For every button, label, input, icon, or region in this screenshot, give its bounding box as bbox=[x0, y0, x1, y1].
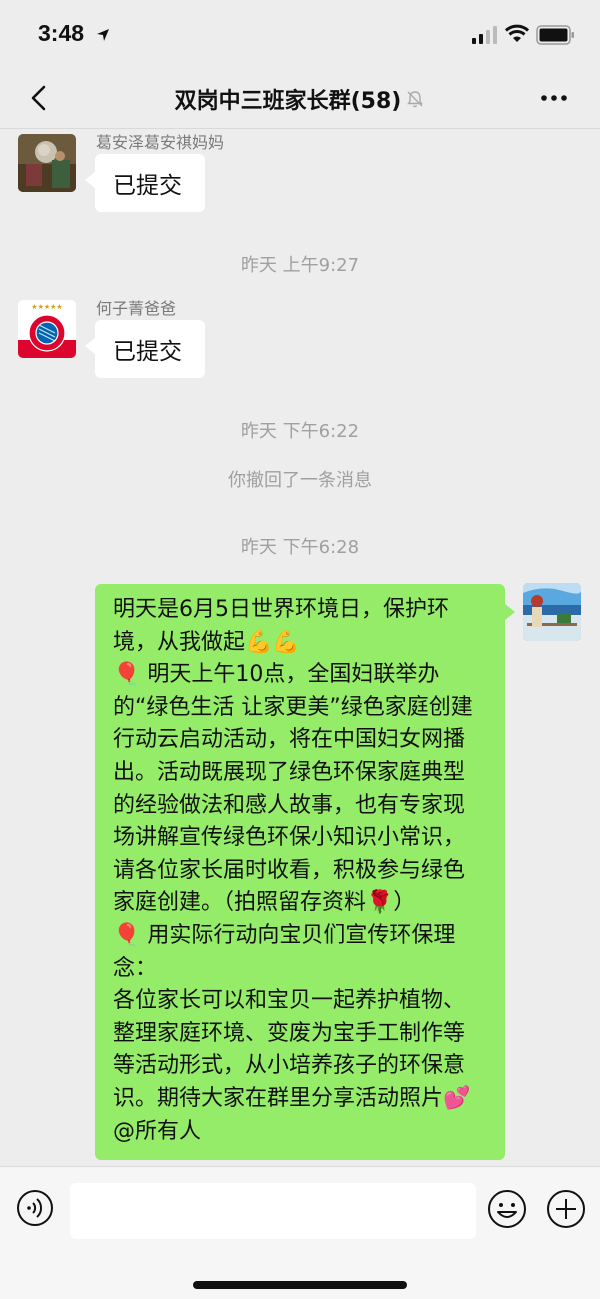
avatar-anime-icon bbox=[523, 583, 581, 641]
message-text: 已提交 bbox=[113, 339, 182, 365]
timestamp: 昨天 下午6:22 bbox=[240, 421, 360, 442]
status-bar: 3:48 bbox=[0, 0, 600, 70]
message-bubble[interactable]: 已提交 bbox=[85, 320, 205, 378]
avatar-self[interactable] bbox=[523, 583, 581, 641]
timestamp: 昨天 上午9:27 bbox=[240, 255, 360, 276]
battery-icon bbox=[536, 25, 574, 45]
svg-text:★★★★★: ★★★★★ bbox=[31, 303, 62, 311]
home-indicator bbox=[193, 1281, 407, 1289]
message-input[interactable] bbox=[70, 1183, 476, 1239]
status-time: 3:48 bbox=[38, 20, 85, 46]
chat-title: 双岗中三班家长群(58) bbox=[174, 89, 402, 114]
chat-title-container: 双岗中三班家长群(58) bbox=[0, 83, 600, 115]
message-text: 明天是6月5日世界环境日，保护环境，从我做起💪💪 🎈 明天上午10点，全国妇联举… bbox=[113, 597, 473, 1144]
avatar[interactable] bbox=[18, 134, 76, 192]
plus-icon[interactable] bbox=[546, 1189, 586, 1229]
bayern-logo-icon: ★★★★★ bbox=[18, 300, 76, 358]
wifi-icon bbox=[505, 24, 529, 42]
message-bubble[interactable]: 已提交 bbox=[85, 154, 205, 212]
message-bubble-self[interactable]: 明天是6月5日世界环境日，保护环境，从我做起💪💪 🎈 明天上午10点，全国妇联举… bbox=[95, 584, 515, 1160]
nav-bar: 双岗中三班家长群(58) bbox=[0, 70, 600, 129]
more-icon[interactable] bbox=[538, 84, 570, 112]
sender-name: 何子菁爸爸 bbox=[96, 299, 177, 318]
timestamp: 昨天 下午6:28 bbox=[240, 537, 360, 558]
recall-notice: 你撤回了一条消息 bbox=[228, 470, 372, 491]
input-bar bbox=[0, 1166, 600, 1299]
signal-icon bbox=[472, 26, 497, 44]
voice-icon[interactable] bbox=[16, 1189, 54, 1227]
emoji-icon[interactable] bbox=[487, 1189, 527, 1229]
avatar[interactable]: ★★★★★ bbox=[18, 300, 76, 358]
mute-icon bbox=[407, 91, 424, 108]
sender-name: 葛安泽葛安祺妈妈 bbox=[96, 133, 225, 152]
message-text: 已提交 bbox=[113, 173, 182, 199]
avatar-photo-icon bbox=[18, 134, 76, 192]
location-arrow-icon bbox=[97, 29, 109, 41]
